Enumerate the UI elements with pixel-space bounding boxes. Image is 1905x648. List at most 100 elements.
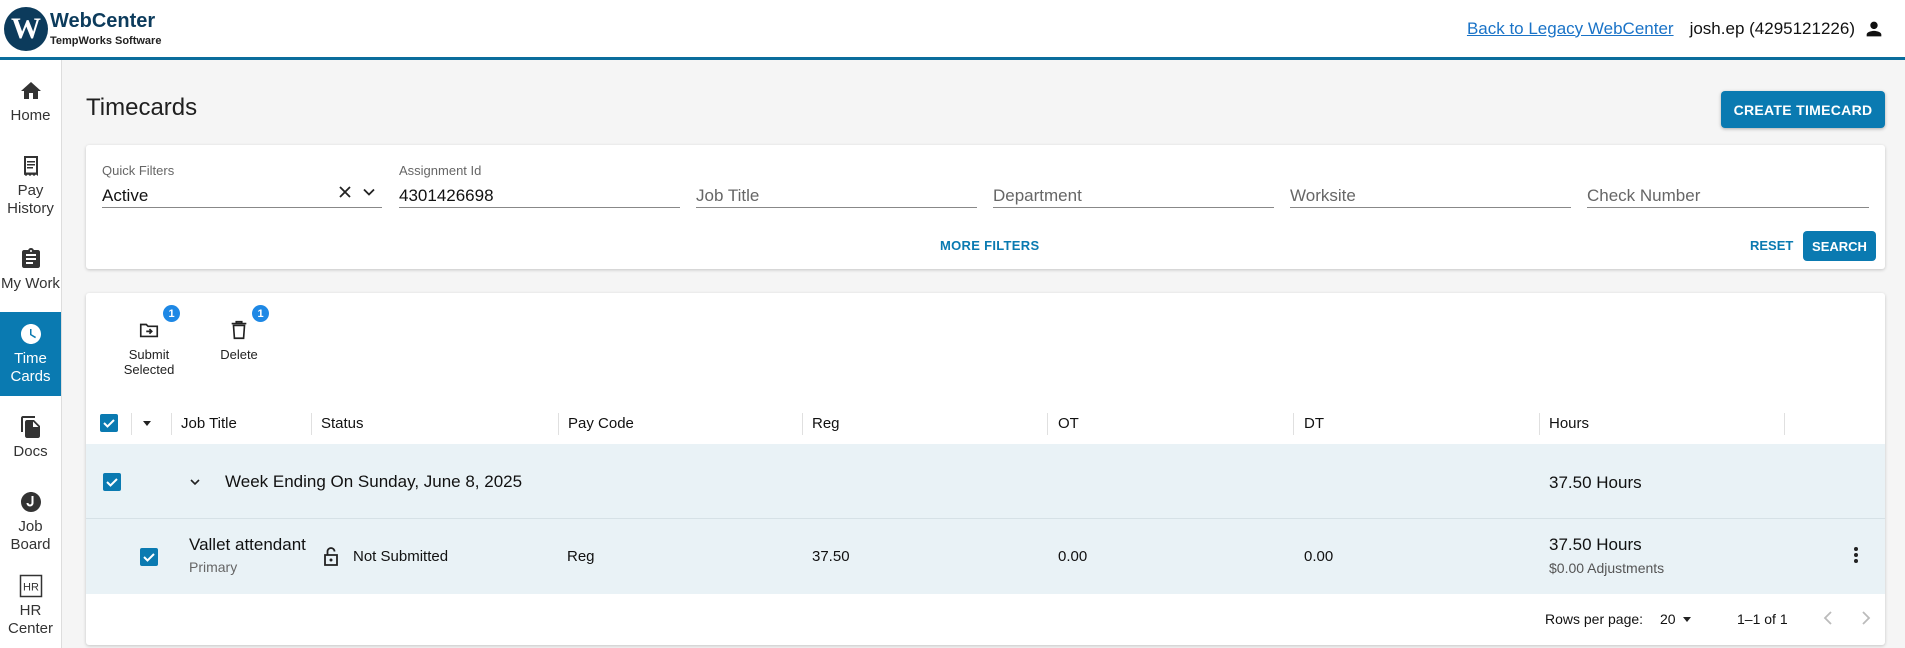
trash-icon — [231, 320, 247, 340]
table-header: Job Title Status Pay Code Reg OT DT Hour… — [86, 397, 1885, 449]
back-to-legacy-link[interactable]: Back to Legacy WebCenter — [1467, 19, 1674, 39]
clipboard-icon — [21, 248, 40, 268]
worksite-placeholder: Worksite — [1290, 186, 1356, 205]
worksite-field[interactable]: Worksite — [1290, 159, 1571, 208]
submit-selected-label: Submit Selected — [123, 347, 175, 377]
department-field[interactable]: Department — [993, 159, 1274, 208]
column-dt[interactable]: DT — [1304, 397, 1324, 449]
app-name: WebCenter — [50, 9, 156, 32]
row-status: Not Submitted — [353, 548, 449, 565]
group-hours: 37.50 Hours — [1549, 473, 1642, 492]
svg-text:HR: HR — [23, 582, 39, 594]
table-row[interactable]: Vallet attendant Primary Not Submitted R… — [86, 519, 1885, 594]
job-title-placeholder: Job Title — [696, 186, 760, 205]
column-status[interactable]: Status — [321, 397, 364, 449]
page-range: 1–1 of 1 — [1737, 611, 1788, 627]
sidebar-item-home[interactable]: Home — [0, 60, 61, 144]
sidebar-item-docs[interactable]: Docs — [0, 396, 61, 480]
clock-icon — [20, 324, 41, 344]
row-checkbox[interactable] — [140, 548, 158, 566]
create-timecard-button[interactable]: CREATE TIMECARD — [1721, 91, 1885, 128]
rows-per-page-value: 20 — [1660, 611, 1676, 627]
row-hours: 37.50 Hours — [1549, 535, 1642, 554]
column-hours[interactable]: Hours — [1549, 397, 1589, 449]
sidebar-item-label: Time Cards — [10, 350, 51, 385]
delete-button[interactable]: Delete — [218, 319, 260, 362]
row-dt: 0.00 — [1304, 548, 1334, 565]
column-reg[interactable]: Reg — [812, 397, 840, 449]
sidebar-item-label: Job Board — [10, 518, 51, 553]
more-vert-icon[interactable] — [1853, 546, 1859, 568]
sidebar-item-label: HR Center — [7, 602, 54, 637]
row-job-title: Vallet attendant — [189, 535, 306, 554]
company-name: TempWorks Software — [50, 34, 162, 47]
receipt-icon — [23, 156, 38, 176]
rows-per-page-select[interactable]: 20 — [1660, 611, 1692, 627]
caret-down-icon — [143, 421, 151, 426]
more-filters-button[interactable]: MORE FILTERS — [940, 238, 1039, 253]
expand-all-toggle[interactable] — [141, 397, 153, 449]
prev-page-icon[interactable] — [1821, 610, 1835, 630]
row-ot: 0.00 — [1058, 548, 1088, 565]
next-page-icon[interactable] — [1859, 610, 1873, 630]
quick-filters-select[interactable]: Quick Filters Active — [102, 159, 382, 208]
quick-filters-label: Quick Filters — [102, 163, 175, 178]
row-pay-code: Reg — [567, 548, 595, 565]
assignment-id-field[interactable]: Assignment Id 4301426698 — [399, 159, 680, 208]
caret-down-icon — [1682, 617, 1691, 622]
pagination: Rows per page: 20 1–1 of 1 — [86, 594, 1885, 645]
logo[interactable]: W WebCenter TempWorks Software — [4, 6, 162, 51]
row-adjustments: $0.00 Adjustments — [1549, 560, 1665, 576]
logo-mark: W — [4, 6, 48, 51]
user-icon[interactable] — [1863, 18, 1885, 40]
lock-open-icon — [321, 545, 341, 571]
column-ot[interactable]: OT — [1058, 397, 1079, 449]
select-all-checkbox[interactable] — [100, 397, 118, 449]
hr-icon: HR — [19, 574, 42, 598]
assignment-id-value: 4301426698 — [399, 186, 494, 205]
quick-filters-value: Active — [102, 186, 149, 205]
chevron-down-icon — [190, 479, 200, 486]
folder-submit-icon — [139, 323, 159, 338]
search-button[interactable]: SEARCH — [1803, 231, 1876, 261]
group-expand-toggle[interactable] — [189, 475, 201, 492]
week-group-row[interactable]: Week Ending On Sunday, June 8, 2025 37.5… — [86, 444, 1885, 519]
sidebar-item-my-work[interactable]: My Work — [0, 228, 61, 312]
user-name[interactable]: josh.ep (4295121226) — [1690, 19, 1855, 39]
sidebar-item-pay-history[interactable]: Pay History — [0, 144, 61, 228]
top-bar: W WebCenter TempWorks Software Back to L… — [0, 0, 1905, 60]
sidebar-item-label: My Work — [1, 275, 60, 292]
home-icon — [20, 82, 41, 99]
group-checkbox[interactable] — [103, 473, 121, 491]
sidebar-item-job-board[interactable]: Job Board — [0, 480, 61, 564]
chevron-down-icon[interactable] — [362, 185, 376, 199]
timecards-table: Submit Selected 1 Delete 1 Job Title Sta… — [86, 293, 1885, 645]
sidebar: Home Pay History My Work Time Cards Docs… — [0, 60, 62, 648]
assignment-id-label: Assignment Id — [399, 163, 482, 178]
delete-label: Delete — [220, 347, 258, 362]
reset-button[interactable]: RESET — [1750, 238, 1793, 253]
sidebar-item-label: Pay History — [7, 182, 54, 217]
check-number-field[interactable]: Check Number — [1587, 159, 1869, 208]
submit-selected-button[interactable]: Submit Selected — [102, 319, 196, 377]
sidebar-item-label: Docs — [13, 443, 48, 460]
rows-per-page-label: Rows per page: — [1545, 611, 1644, 627]
sidebar-item-label: Home — [10, 107, 51, 124]
week-ending-title: Week Ending On Sunday, June 8, 2025 — [225, 472, 523, 491]
filter-panel: Quick Filters Active Assignment Id 43014… — [86, 145, 1885, 269]
row-reg: 37.50 — [812, 548, 850, 565]
job-title-field[interactable]: Job Title — [696, 159, 977, 208]
department-placeholder: Department — [993, 186, 1082, 205]
clear-icon[interactable] — [338, 185, 352, 199]
check-number-placeholder: Check Number — [1587, 186, 1701, 205]
column-job-title[interactable]: Job Title — [181, 397, 237, 449]
delete-count-badge: 1 — [252, 305, 269, 322]
sidebar-item-time-cards[interactable]: Time Cards — [0, 312, 61, 396]
page-title: Timecards — [86, 94, 198, 121]
sidebar-item-hr-center[interactable]: HR HR Center — [0, 564, 61, 648]
submit-count-badge: 1 — [163, 305, 180, 322]
column-pay-code[interactable]: Pay Code — [568, 397, 634, 449]
job-board-icon — [20, 492, 41, 512]
row-job-subtitle: Primary — [189, 559, 238, 575]
documents-icon — [20, 416, 40, 438]
